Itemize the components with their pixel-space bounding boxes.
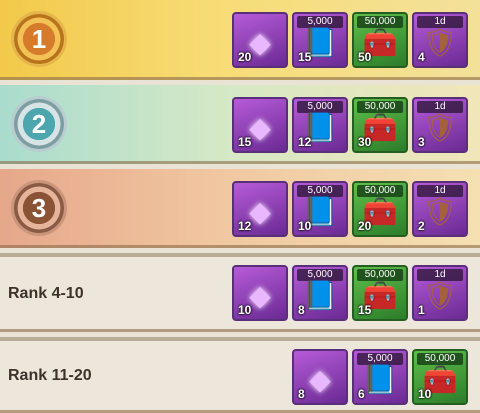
rank-3-medal-icon: 3 xyxy=(14,183,64,233)
reward-chest-tile[interactable]: 50,000 🧰 10 xyxy=(412,349,468,405)
rank-row-1: 1 ◆ 20 5,000 📘 15 50,000 🧰 50 1d 🛡 4 xyxy=(0,0,480,80)
reward-book-tile[interactable]: 5,000 📘 10 xyxy=(292,181,348,237)
reward-shield-tile[interactable]: 1d 🛡 1 xyxy=(412,265,468,321)
rank-range-label: Rank 11-20 xyxy=(8,367,92,384)
reward-gem-tile[interactable]: ◆ 20 xyxy=(232,12,288,68)
reward-book-tile[interactable]: 5,000 📘 8 xyxy=(292,265,348,321)
reward-chest-tile[interactable]: 50,000 🧰 15 xyxy=(352,265,408,321)
reward-gem-tile[interactable]: ◆ 10 xyxy=(232,265,288,321)
rank-range-label: Rank 4-10 xyxy=(8,285,84,302)
rank-row-3: 3 ◆ 12 5,000 📘 10 50,000 🧰 20 1d 🛡 2 xyxy=(0,169,480,248)
reward-chest-tile[interactable]: 50,000 🧰 50 xyxy=(352,12,408,68)
reward-gem-tile[interactable]: ◆ 12 xyxy=(232,181,288,237)
reward-gem-tile[interactable]: ◆ 15 xyxy=(232,97,288,153)
rank-1-medal-icon: 1 xyxy=(14,14,64,64)
reward-book-tile[interactable]: 5,000 📘 6 xyxy=(352,349,408,405)
rank-row-11-20: Rank 11-20 ◆ 8 5,000 📘 6 50,000 🧰 10 xyxy=(0,337,480,413)
reward-shield-tile[interactable]: 1d 🛡 3 xyxy=(412,97,468,153)
reward-chest-tile[interactable]: 50,000 🧰 20 xyxy=(352,181,408,237)
reward-gem-tile[interactable]: ◆ 8 xyxy=(292,349,348,405)
reward-shield-tile[interactable]: 1d 🛡 4 xyxy=(412,12,468,68)
rank-row-2: 2 ◆ 15 5,000 📘 12 50,000 🧰 30 1d 🛡 3 xyxy=(0,85,480,164)
rank-2-medal-icon: 2 xyxy=(14,99,64,149)
reward-book-tile[interactable]: 5,000 📘 12 xyxy=(292,97,348,153)
reward-chest-tile[interactable]: 50,000 🧰 30 xyxy=(352,97,408,153)
rank-row-4-10: Rank 4-10 ◆ 10 5,000 📘 8 50,000 🧰 15 1d … xyxy=(0,253,480,332)
reward-book-tile[interactable]: 5,000 📘 15 xyxy=(292,12,348,68)
reward-shield-tile[interactable]: 1d 🛡 2 xyxy=(412,181,468,237)
